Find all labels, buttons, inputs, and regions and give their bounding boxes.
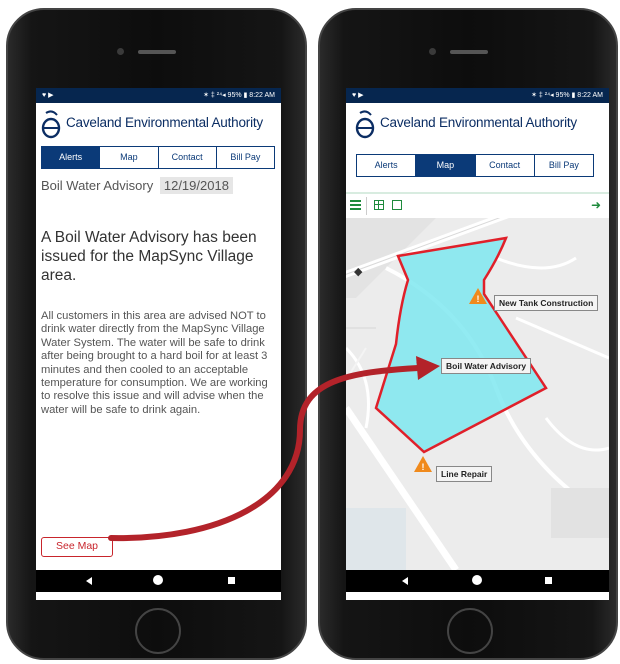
camera — [117, 48, 124, 55]
app-title: Caveland Environmental Authority — [380, 115, 577, 130]
share-icon[interactable] — [392, 200, 402, 210]
svg-text:!: ! — [422, 462, 425, 472]
app-header: Caveland Environmental Authority — [346, 103, 609, 141]
map-view[interactable]: ◆ + ! ! — [346, 218, 609, 570]
advisory-title-row: Boil Water Advisory 12/19/2018 — [41, 177, 233, 194]
svg-text:+: + — [416, 358, 421, 368]
toolbar-divider — [366, 197, 367, 215]
tab-bar: Alerts Map Contact Bill Pay — [41, 146, 275, 169]
label-line-repair[interactable]: Line Repair — [436, 466, 493, 482]
sign-in-icon[interactable]: ➜ — [591, 199, 601, 211]
back-icon[interactable] — [86, 577, 92, 585]
tab-alerts[interactable]: Alerts — [357, 155, 417, 176]
phone-left: ♥ ▶ ✶ ‡ ²⁴◂ 95% ▮ 8:22 AM Caveland Envir… — [6, 8, 307, 660]
see-map-button[interactable]: See Map — [41, 537, 113, 557]
map-toolbar: ➜ — [346, 192, 609, 220]
app-title: Caveland Environmental Authority — [66, 115, 263, 130]
speaker — [138, 50, 176, 54]
menu-icon[interactable] — [350, 200, 361, 210]
tab-bill-pay[interactable]: Bill Pay — [216, 147, 274, 168]
home-button[interactable] — [447, 608, 493, 654]
tab-map[interactable]: Map — [100, 147, 159, 168]
back-icon[interactable] — [402, 577, 408, 585]
home-icon[interactable] — [472, 575, 482, 585]
advisory-body: All customers in this area are advised N… — [41, 310, 268, 416]
status-bar: ♥ ▶ ✶ ‡ ²⁴◂ 95% ▮ 8:22 AM — [346, 88, 609, 103]
phone-right: ♥ ▶ ✶ ‡ ²⁴◂ 95% ▮ 8:22 AM Caveland Envir… — [318, 8, 618, 660]
advisory-title: Boil Water Advisory — [41, 178, 154, 193]
app-header: Caveland Environmental Authority — [36, 103, 281, 141]
camera — [429, 48, 436, 55]
tab-contact[interactable]: Contact — [158, 147, 217, 168]
recents-icon[interactable] — [545, 577, 552, 584]
speaker — [450, 50, 488, 54]
status-right-info: ✶ ‡ ²⁴◂ 95% ▮ 8:22 AM — [531, 92, 603, 99]
tab-bar: Alerts Map Contact Bill Pay — [356, 154, 594, 177]
svg-text:!: ! — [477, 294, 480, 304]
table-icon[interactable] — [374, 200, 384, 210]
android-nav-bar — [346, 570, 609, 592]
status-left-icons: ♥ ▶ — [42, 92, 54, 99]
android-nav-bar — [36, 570, 281, 592]
label-boil-water[interactable]: Boil Water Advisory — [441, 358, 532, 374]
tab-alerts[interactable]: Alerts — [42, 147, 101, 168]
screen-left: ♥ ▶ ✶ ‡ ²⁴◂ 95% ▮ 8:22 AM Caveland Envir… — [36, 88, 281, 600]
tab-bill-pay[interactable]: Bill Pay — [534, 155, 593, 176]
authority-logo-icon — [355, 110, 375, 139]
status-bar: ♥ ▶ ✶ ‡ ²⁴◂ 95% ▮ 8:22 AM — [36, 88, 281, 103]
label-new-tank[interactable]: New Tank Construction — [494, 295, 599, 311]
advisory-date: 12/19/2018 — [159, 177, 233, 194]
advisory-headline: A Boil Water Advisory has been issued fo… — [41, 229, 257, 284]
authority-logo-icon — [41, 110, 61, 139]
svg-text:◆: ◆ — [354, 266, 363, 278]
status-right-info: ✶ ‡ ²⁴◂ 95% ▮ 8:22 AM — [203, 92, 275, 99]
screen-right: ♥ ▶ ✶ ‡ ²⁴◂ 95% ▮ 8:22 AM Caveland Envir… — [346, 88, 609, 600]
home-icon[interactable] — [153, 575, 163, 585]
status-left-icons: ♥ ▶ — [352, 92, 364, 99]
tab-contact[interactable]: Contact — [475, 155, 535, 176]
recents-icon[interactable] — [228, 577, 235, 584]
home-button[interactable] — [135, 608, 181, 654]
tab-map[interactable]: Map — [416, 155, 476, 176]
